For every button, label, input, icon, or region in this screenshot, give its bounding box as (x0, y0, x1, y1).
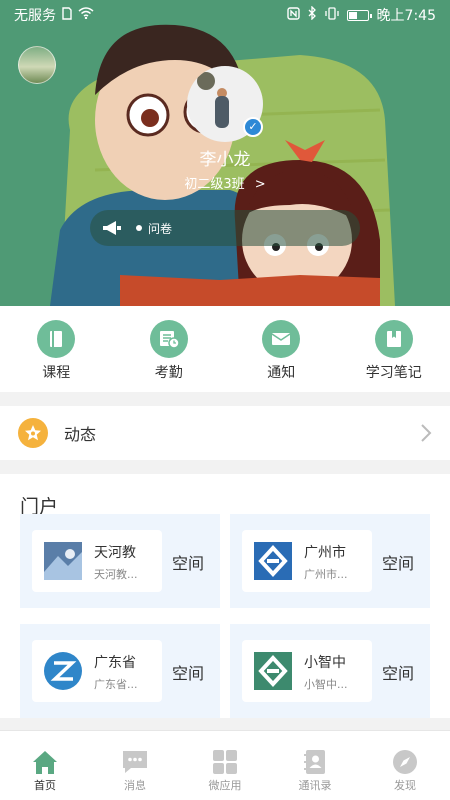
battery-icon (346, 9, 372, 21)
tab-discover[interactable]: 发现 (360, 731, 450, 800)
portal-card-name: 天河教 (94, 545, 136, 561)
avatar-person (215, 96, 229, 128)
sim-icon (62, 6, 72, 24)
portal-card-sub: 天河教... (94, 568, 138, 581)
portal-section: 门户 天河教 天河教... 空间 广州市 广州市... 空间 广东省 广东省..… (0, 474, 450, 718)
avatar-plant (197, 72, 215, 90)
tab-apps[interactable]: 微应用 (180, 731, 270, 800)
carrier-text: 无服务 (14, 8, 56, 24)
portal-card-sub: 广州市... (304, 568, 348, 581)
battery-level (348, 11, 357, 19)
nfc-icon (286, 6, 300, 24)
blue-logo-icon (254, 542, 292, 580)
photo-icon (44, 542, 82, 580)
portal-card-name: 广东省 (94, 655, 136, 671)
portal-card[interactable]: 广东省 广东省... 空间 (20, 624, 220, 718)
quick-item-notes[interactable]: 学习笔记 (338, 306, 450, 392)
class-name: 初二级3班 (184, 177, 245, 192)
quick-item-label: 通知 (267, 365, 296, 381)
class-link[interactable]: 初二级3班 > (0, 173, 450, 192)
quick-item-label: 课程 (42, 365, 71, 381)
portal-card-space: 空间 (382, 664, 415, 683)
portal-card[interactable]: 广州市 广州市... 空间 (230, 514, 430, 608)
header-thumbnail[interactable] (18, 46, 56, 84)
quick-item-course[interactable]: 课程 (0, 306, 113, 392)
green-logo-icon (254, 652, 292, 690)
portal-card[interactable]: 天河教 天河教... 空间 (20, 514, 220, 608)
portal-card-sub: 广东省... (94, 678, 138, 691)
tab-label: 微应用 (208, 779, 242, 792)
home-icon (33, 751, 57, 774)
portal-card-space: 空间 (172, 554, 205, 573)
vibrate-icon (324, 6, 339, 24)
notice-bar[interactable]: 问卷 (90, 210, 360, 246)
portal-card-sub: 小智中... (304, 678, 348, 691)
profile-header: 无服务 晚上7:45 ✓ 李小龙 初二级3班 > 问卷 (0, 0, 450, 306)
feed-label: 动态 (64, 425, 97, 444)
verified-badge-icon: ✓ (243, 117, 263, 137)
notebook-icon (374, 320, 413, 358)
portal-card[interactable]: 小智中 小智中... 空间 (230, 624, 430, 718)
mail-icon (262, 320, 301, 358)
tab-label: 发现 (394, 779, 416, 792)
portal-card-space: 空间 (382, 554, 415, 573)
bluetooth-icon (308, 5, 317, 24)
bottom-tab-bar: 首页 消息 微应用 通讯录 发现 (0, 730, 450, 800)
quick-item-label: 学习笔记 (365, 365, 422, 381)
tab-label: 首页 (34, 779, 56, 792)
book-icon (37, 320, 76, 358)
contacts-icon (304, 750, 325, 774)
clock-text: 晚上7:45 (376, 8, 436, 24)
megaphone-icon (103, 221, 121, 235)
notice-text: 问卷 (148, 221, 173, 236)
tab-contacts[interactable]: 通讯录 (270, 731, 360, 800)
chevron-right-icon (421, 424, 432, 442)
quick-item-attendance[interactable]: 考勤 (113, 306, 226, 392)
tab-home[interactable]: 首页 (0, 731, 90, 800)
tab-label: 通讯录 (298, 779, 332, 792)
quick-menu: 课程 考勤 通知 学习笔记 (0, 306, 450, 392)
tab-label: 消息 (124, 779, 146, 792)
tab-messages[interactable]: 消息 (90, 731, 180, 800)
portal-card-name: 广州市 (304, 545, 346, 561)
quick-item-label: 考勤 (154, 365, 183, 381)
z-logo-icon (44, 652, 82, 690)
quick-item-notice[interactable]: 通知 (225, 306, 338, 392)
portal-card-name: 小智中 (304, 655, 346, 671)
message-icon (123, 751, 147, 773)
class-arrow-icon: > (254, 177, 266, 192)
status-bar: 无服务 晚上7:45 (0, 0, 450, 30)
compass-icon (393, 750, 417, 774)
notice-dot (136, 225, 142, 231)
feed-row[interactable]: 动态 (0, 406, 450, 460)
apps-icon (213, 750, 237, 774)
star-icon (18, 418, 48, 448)
wifi-icon (78, 7, 94, 23)
portal-card-space: 空间 (172, 664, 205, 683)
attendance-icon (149, 320, 188, 358)
user-name: 李小龙 (199, 150, 251, 170)
